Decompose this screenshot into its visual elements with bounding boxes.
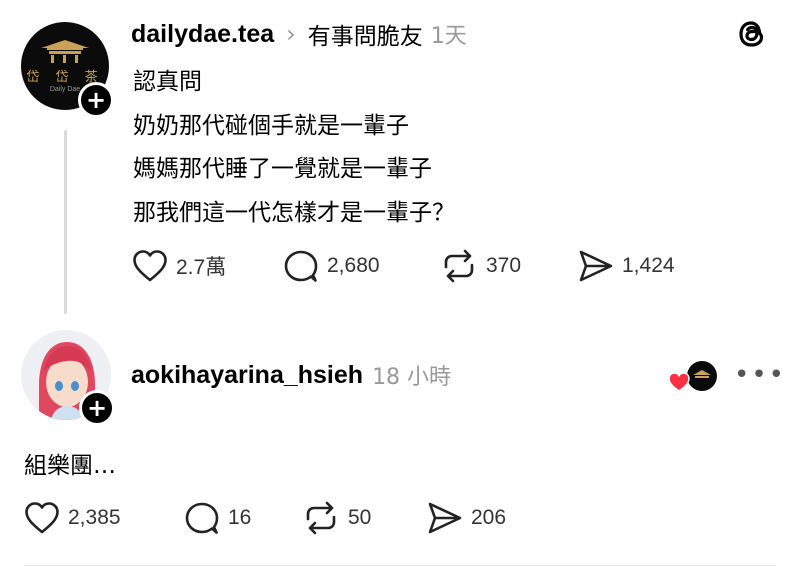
thread-connector-line [64, 130, 67, 314]
send-icon [579, 250, 613, 282]
send-icon [428, 502, 462, 534]
repost-button[interactable]: 370 [440, 248, 521, 284]
comment-count: 2,680 [327, 254, 380, 277]
chevron-right-icon: › [286, 20, 296, 48]
heart-icon [133, 250, 167, 282]
comment-button[interactable]: 2,680 [283, 248, 380, 284]
reply-username[interactable]: aokihayarina_hsieh [131, 361, 363, 390]
share-count: 1,424 [622, 254, 675, 277]
comment-bubble-icon [185, 502, 219, 534]
like-count: 2.7萬 [176, 256, 227, 279]
post-text-line: 那我們這一代怎樣才是一輩子？ [133, 200, 455, 226]
like-button[interactable]: 2,385 [24, 500, 121, 536]
heart-icon [25, 502, 59, 534]
repost-count: 370 [486, 254, 522, 277]
follow-plus-icon[interactable]: + [79, 390, 115, 426]
follow-plus-icon[interactable]: + [78, 82, 114, 118]
repost-arrows-icon [306, 501, 336, 535]
like-count: 2,385 [68, 506, 121, 529]
temple-logo-icon [41, 40, 89, 63]
post-text-line: 媽媽那代睡了一覺就是一輩子 [133, 156, 432, 182]
bottom-divider [24, 565, 776, 566]
reply-header: aokihayarina_hsieh 18 小時 [131, 359, 451, 391]
red-heart-icon [668, 372, 690, 392]
post-username[interactable]: dailydae.tea [131, 20, 274, 49]
reply-timestamp: 18 小時 [372, 365, 452, 390]
post-text-line: 認真問 [133, 69, 202, 95]
liked-by-author-badge [668, 360, 718, 392]
post-header: dailydae.tea › 有事問脆友 1天 [131, 17, 467, 51]
comment-bubble-icon [284, 250, 318, 282]
repost-arrows-icon [444, 249, 474, 283]
author-mini-avatar-icon [687, 361, 717, 391]
post-text-line: 奶奶那代碰個手就是一輩子 [133, 113, 409, 139]
repost-count: 50 [348, 506, 372, 529]
post-timestamp: 1天 [430, 24, 467, 49]
threads-logo-icon[interactable] [736, 17, 768, 51]
more-options-icon[interactable]: ••• [734, 360, 786, 390]
share-button[interactable]: 206 [427, 500, 506, 536]
comment-count: 16 [228, 506, 252, 529]
like-button[interactable]: 2.7萬 [132, 248, 226, 284]
share-count: 206 [471, 506, 507, 529]
community-tag[interactable]: 有事問脆友 [308, 17, 423, 51]
comment-button[interactable]: 16 [184, 500, 251, 536]
reply-text: 組樂團… [24, 453, 116, 479]
share-button[interactable]: 1,424 [578, 248, 675, 284]
repost-button[interactable]: 50 [302, 500, 371, 536]
